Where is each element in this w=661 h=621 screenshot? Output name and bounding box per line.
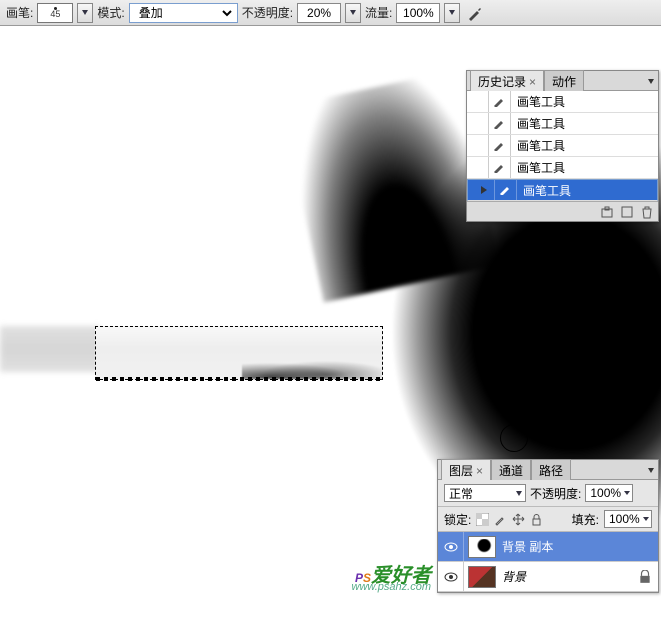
watermark-url: www.psahz.com — [352, 581, 431, 593]
blend-mode-select[interactable]: 叠加 — [129, 3, 238, 23]
layers-blend-row: 正常 不透明度: 100% — [438, 480, 658, 507]
visibility-toggle[interactable] — [438, 562, 464, 591]
layer-row[interactable]: 背景 — [438, 562, 658, 592]
visibility-toggle[interactable] — [438, 532, 464, 561]
layer-blend-mode-select[interactable]: 正常 — [444, 484, 526, 502]
history-state-marker[interactable] — [467, 113, 489, 134]
brush-tool-icon — [495, 180, 517, 200]
brush-tool-icon — [489, 91, 511, 112]
lock-label: 锁定: — [444, 511, 471, 528]
new-document-icon[interactable] — [620, 205, 634, 219]
history-panel-footer — [467, 201, 658, 221]
brush-tool-icon — [489, 113, 511, 134]
layers-list: 背景 副本 背景 — [438, 532, 658, 592]
brush-label: 画笔: — [6, 4, 33, 21]
panel-menu-icon[interactable] — [642, 74, 654, 86]
history-item[interactable]: 画笔工具 — [467, 179, 658, 201]
opacity-dropdown-button[interactable] — [345, 3, 361, 23]
trash-icon[interactable] — [640, 205, 654, 219]
layer-opacity-label: 不透明度: — [530, 485, 581, 502]
history-item-label: 画笔工具 — [511, 137, 565, 154]
selection-marquee[interactable] — [95, 326, 383, 380]
history-list: 画笔工具 画笔工具 画笔工具 画笔工具 画笔工具 — [467, 91, 658, 201]
flow-input[interactable] — [396, 3, 440, 23]
eye-icon — [444, 572, 458, 582]
lock-transparency-icon[interactable] — [476, 513, 489, 526]
layer-row[interactable]: 背景 副本 — [438, 532, 658, 562]
brush-preset-picker[interactable]: 45 — [37, 3, 73, 23]
brush-tool-icon — [489, 157, 511, 178]
lock-icon — [638, 570, 652, 584]
history-item[interactable]: 画笔工具 — [467, 135, 658, 157]
history-state-marker[interactable] — [467, 157, 489, 178]
history-item-label: 画笔工具 — [511, 115, 565, 132]
layer-opacity-input[interactable]: 100% — [585, 484, 633, 502]
layers-panel: 图层× 通道 路径 正常 不透明度: 100% 锁定: 填充: 100% 背景 … — [437, 459, 659, 593]
history-item[interactable]: 画笔工具 — [467, 113, 658, 135]
close-icon[interactable]: × — [529, 75, 536, 89]
close-icon[interactable]: × — [476, 464, 483, 478]
layers-lock-row: 锁定: 填充: 100% — [438, 507, 658, 532]
brush-cursor-icon — [500, 424, 528, 452]
opacity-label: 不透明度: — [242, 4, 293, 21]
panel-menu-icon[interactable] — [642, 463, 654, 475]
tab-history[interactable]: 历史记录× — [470, 70, 544, 91]
history-panel: 历史记录× 动作 画笔工具 画笔工具 画笔工具 画笔工具 画笔工具 — [466, 70, 659, 222]
tab-actions[interactable]: 动作 — [544, 70, 584, 91]
lock-position-icon[interactable] — [512, 513, 525, 526]
opacity-input[interactable] — [297, 3, 341, 23]
options-bar: 画笔: 45 模式: 叠加 不透明度: 流量: — [0, 0, 661, 26]
history-item-label: 画笔工具 — [511, 159, 565, 176]
layer-name[interactable]: 背景 副本 — [500, 538, 658, 555]
history-state-marker[interactable] — [473, 180, 495, 200]
tab-layers[interactable]: 图层× — [441, 459, 491, 480]
history-state-marker[interactable] — [467, 91, 489, 112]
history-item-label: 画笔工具 — [511, 93, 565, 110]
brush-tool-icon — [489, 135, 511, 156]
layer-thumbnail[interactable] — [468, 536, 496, 558]
blend-mode-dropdown[interactable]: 叠加 — [135, 4, 235, 22]
flow-label: 流量: — [365, 4, 392, 21]
mode-label: 模式: — [97, 4, 124, 21]
history-item[interactable]: 画笔工具 — [467, 91, 658, 113]
lock-all-icon[interactable] — [530, 513, 543, 526]
brush-dropdown-button[interactable] — [77, 3, 93, 23]
layer-thumbnail[interactable] — [468, 566, 496, 588]
eye-icon — [444, 542, 458, 552]
tab-paths[interactable]: 路径 — [531, 459, 571, 480]
fill-label: 填充: — [572, 511, 599, 528]
flow-dropdown-button[interactable] — [444, 3, 460, 23]
airbrush-icon[interactable] — [464, 3, 486, 23]
history-item-label: 画笔工具 — [517, 182, 571, 199]
brush-size-value: 45 — [50, 10, 60, 19]
layer-fill-input[interactable]: 100% — [604, 510, 652, 528]
lock-paint-icon[interactable] — [494, 513, 507, 526]
history-state-marker[interactable] — [467, 135, 489, 156]
new-snapshot-icon[interactable] — [600, 205, 614, 219]
tab-channels[interactable]: 通道 — [491, 459, 531, 480]
layers-panel-tabs: 图层× 通道 路径 — [438, 460, 658, 480]
layer-name[interactable]: 背景 — [500, 568, 638, 585]
history-panel-tabs: 历史记录× 动作 — [467, 71, 658, 91]
history-item[interactable]: 画笔工具 — [467, 157, 658, 179]
canvas-smudge — [0, 326, 100, 372]
play-icon — [481, 186, 487, 194]
